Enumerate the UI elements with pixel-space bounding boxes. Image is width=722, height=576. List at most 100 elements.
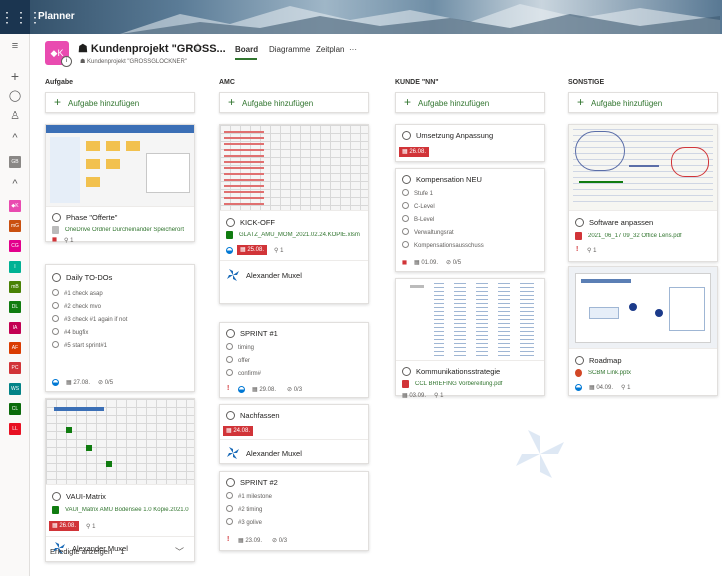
add-task-button[interactable]: + Aufgabe hinzufügen <box>568 92 718 113</box>
complete-task-checkbox[interactable] <box>575 356 584 365</box>
due-date: ▦ 23.09. <box>238 538 263 544</box>
checklist-item[interactable]: Kompensationsausschuss <box>402 241 484 249</box>
plan-tile[interactable]: LL <box>9 423 21 435</box>
tab-zeitplan[interactable]: Zeitplan <box>316 45 344 54</box>
checklist-item[interactable]: confirm# <box>226 369 261 377</box>
checklist-item[interactable]: B-Level <box>402 215 434 223</box>
attachment-link[interactable]: SCBM Link.pptx <box>588 370 716 376</box>
plan-tile[interactable]: I <box>9 261 21 273</box>
complete-task-checkbox[interactable] <box>575 218 584 227</box>
attachment-link[interactable]: CCL BRIEFING Vorbereitung.pdf <box>415 381 543 387</box>
assignee-name[interactable]: Alexander Muxel <box>246 271 302 280</box>
checklist-item[interactable]: #3 golive <box>226 518 262 526</box>
plan-tile-current[interactable]: ◆K <box>9 200 21 212</box>
add-task-button[interactable]: + Aufgabe hinzufügen <box>45 92 195 113</box>
attachment-link[interactable]: VAUI_Matrix AMU Bodensee 1.0 Kopie.2021.… <box>65 507 193 513</box>
checklist-item[interactable]: Verwaltungsrat <box>402 228 454 236</box>
plus-icon: + <box>228 95 236 109</box>
tab-board[interactable]: Board <box>235 45 258 54</box>
task-card[interactable]: VAUI-Matrix VAUI_Matrix AMU Bodensee 1.0… <box>45 398 195 562</box>
task-card[interactable]: Nachfassen ▦ 24.08. Alexander Muxel <box>219 404 369 464</box>
task-card[interactable]: Daily TO-DOs #1 check asap #2 check mvo … <box>45 264 195 392</box>
pdf-file-icon <box>575 232 582 240</box>
plan-tile[interactable]: CL <box>9 403 21 415</box>
attachment-link[interactable]: 2021_06_17 09_32 Office Lens.pdf <box>588 233 716 239</box>
plan-tile[interactable]: mG <box>9 220 21 232</box>
app-launcher-icon[interactable]: ⋮⋮⋮ <box>0 0 42 34</box>
bucket-title[interactable]: KUNDE "NN" <box>395 79 439 86</box>
bucket-title[interactable]: SONSTIGE <box>568 79 604 86</box>
checklist-item[interactable]: #2 timing <box>226 505 262 513</box>
task-card[interactable]: Kommunikationsstrategie CCL BRIEFING Vor… <box>395 278 545 399</box>
plan-tile[interactable]: mB <box>9 281 21 293</box>
complete-task-checkbox[interactable] <box>402 367 411 376</box>
plus-icon: + <box>54 95 62 109</box>
checklist-item[interactable]: #2 check mvo <box>52 302 101 310</box>
complete-task-checkbox[interactable] <box>226 329 235 338</box>
hub-icon[interactable]: ◯ <box>0 89 30 102</box>
task-card[interactable]: SPRINT #2 #1 milestone #2 timing #3 goli… <box>219 471 369 551</box>
checklist-item[interactable]: #4 bugfix <box>52 328 88 336</box>
bucket-title[interactable]: AMC <box>219 79 235 86</box>
plan-tile-gb[interactable]: GB <box>9 156 21 168</box>
attachment-link[interactable]: OneDrive Ordner Durcheinander Speicheror… <box>65 227 193 233</box>
complete-task-checkbox[interactable] <box>226 478 235 487</box>
checklist-item[interactable]: offer <box>226 356 250 364</box>
attachment-count: ⚲ 1 <box>587 248 597 254</box>
complete-task-checkbox[interactable] <box>226 218 235 227</box>
complete-task-checkbox[interactable] <box>226 411 235 420</box>
checklist-item[interactable]: #3 check #1 again if not <box>52 315 127 323</box>
app-title[interactable]: Planner <box>38 11 75 22</box>
task-title: SPRINT #1 <box>240 329 278 338</box>
task-card[interactable]: Software anpassen 2021_06_17 09_32 Offic… <box>568 124 718 262</box>
plan-tile[interactable]: WS <box>9 383 21 395</box>
hamburger-icon[interactable]: ≡ <box>0 40 30 52</box>
plan-tile[interactable]: PC <box>9 362 21 374</box>
plan-tile[interactable]: IA <box>9 322 21 334</box>
task-title: Software anpassen <box>589 218 654 227</box>
link-icon <box>52 226 59 234</box>
task-card[interactable]: Umsetzung Anpassung ▦ 26.08. <box>395 124 545 162</box>
checklist-item[interactable]: C-Level <box>402 202 435 210</box>
task-card[interactable]: SPRINT #1 timing offer confirm# ! ▦ 29.0… <box>219 322 369 398</box>
complete-task-checkbox[interactable] <box>52 273 61 282</box>
attachment-count: ⚲ 1 <box>64 238 74 244</box>
add-task-button[interactable]: + Aufgabe hinzufügen <box>219 92 369 113</box>
bucket-title[interactable]: Aufgabe <box>45 79 73 86</box>
person-icon[interactable]: ♙ <box>0 109 30 122</box>
checklist-count: ⊘ 0/3 <box>287 387 303 393</box>
complete-task-checkbox[interactable] <box>52 213 61 222</box>
task-card[interactable]: KICK-OFF GLATZ_AMU_MOM_2021.02.24.KOPIE.… <box>219 124 369 304</box>
new-plan-icon[interactable]: + <box>0 68 30 84</box>
attachment-link[interactable]: GLATZ_AMU_MOM_2021.02.24.KOPIE.xlsm <box>239 232 367 238</box>
assignee-name[interactable]: Alexander Muxel <box>246 449 302 458</box>
plan-tile[interactable]: AF <box>9 342 21 354</box>
more-options-icon[interactable]: ··· <box>349 45 357 54</box>
complete-task-checkbox[interactable] <box>402 175 411 184</box>
task-card[interactable]: Roadmap SCBM Link.pptx ▦ 04.09. ⚲ 1 <box>568 266 718 396</box>
info-icon[interactable]: i <box>61 56 72 67</box>
add-task-button[interactable]: + Aufgabe hinzufügen <box>395 92 545 113</box>
board-area: ◆K i ☗ Kundenprojekt "GROSS... ☗ Kundenp… <box>30 34 722 576</box>
label-icon: ◼ <box>402 260 407 266</box>
plus-icon: + <box>577 95 585 109</box>
checklist-item[interactable]: #1 check asap <box>52 289 103 297</box>
favorite-star-icon[interactable]: ☆ <box>193 41 203 54</box>
checklist-item[interactable]: Stufe 1 <box>402 189 433 197</box>
checklist-item[interactable]: #1 milestone <box>226 492 272 500</box>
plan-tile[interactable]: CG <box>9 240 21 252</box>
chevron-up-icon[interactable]: ^ <box>0 178 30 190</box>
task-card[interactable]: Phase "Offerte" OneDrive Ordner Durchein… <box>45 124 195 244</box>
checklist-item[interactable]: timing <box>226 343 254 351</box>
task-card[interactable]: Kompensation NEU Stufe 1 C-Level B-Level… <box>395 168 545 272</box>
planner-watermark-icon <box>516 430 564 478</box>
complete-task-checkbox[interactable] <box>52 492 61 501</box>
show-completed-toggle[interactable]: Erledigte anzeigen 1 ﹀ <box>50 547 184 557</box>
plan-title[interactable]: ☗ Kundenprojekt "GROSS... <box>78 42 226 55</box>
attachment-count: ⚲ 1 <box>434 393 444 399</box>
plan-tile[interactable]: DL <box>9 301 21 313</box>
tab-diagramme[interactable]: Diagramme <box>269 45 310 54</box>
checklist-item[interactable]: #5 start sprint#1 <box>52 341 107 349</box>
complete-task-checkbox[interactable] <box>402 131 411 140</box>
chevron-up-icon[interactable]: ^ <box>0 132 30 144</box>
